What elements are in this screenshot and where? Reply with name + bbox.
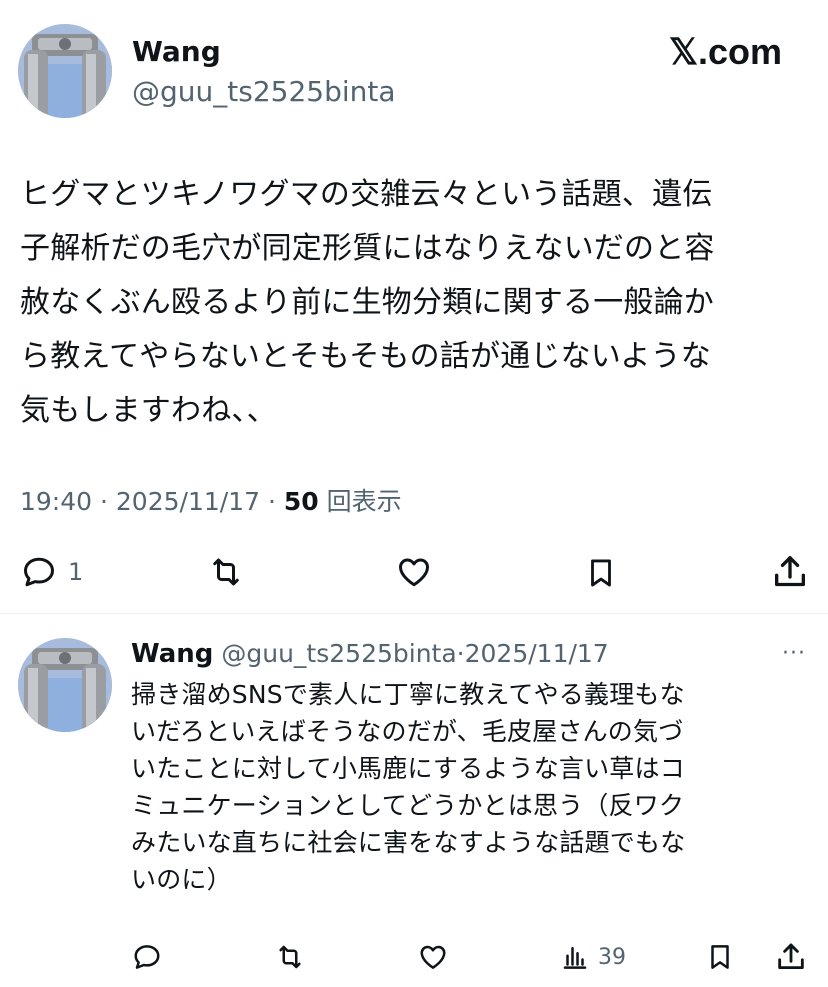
share-button[interactable] [770,552,810,592]
post-text-line: 子解析だの毛穴が同定形質にはなりえないだのと容 [20,231,715,266]
meta-separator: · [267,487,276,516]
reply-like-button[interactable] [417,942,449,972]
repost-icon [279,945,301,969]
post-text-line: ら教えてやらないとそもそもの話が通じないような [20,339,711,374]
x-logo: 𝕏.com [668,31,782,72]
reply-text-line: ミュニケーションとしてどうかとは思う（反ワク [131,791,685,820]
post-meta: 19:40 · 2025/11/17 · 50 回表示 [20,484,402,520]
reply-text-line: 掃き溜めSNSで素人に丁寧に教えてやる義理もな [131,680,685,709]
reply-text-line: いのに） [131,865,232,894]
post-text: ヒグマとツキノワグマの交雑云々という話題、遺伝 子解析だの毛穴が同定形質にはなり… [20,168,820,438]
like-button[interactable] [394,554,434,590]
reply-views-count: 39 [598,944,626,970]
like-icon [420,945,446,969]
views-count: 50 [283,487,319,516]
reply-date[interactable]: 2025/11/17 [465,639,609,668]
reply-button[interactable]: 1 [20,554,83,590]
share-icon [778,943,804,970]
reply-text: 掃き溜めSNSで素人に丁寧に教えてやる義理もな いだろといえばそうなのだが、毛皮… [131,676,821,898]
reply-text-line: いたことに対して小馬鹿にするような言い草はコ [131,754,685,783]
reply-reply-button[interactable] [131,942,163,972]
post-text-line: ヒグマとツキノワグマの交雑云々という話題、遺伝 [20,177,713,212]
repost-icon [213,558,239,586]
meta-separator: · [100,487,108,516]
author-avatar[interactable] [18,24,112,118]
author-handle[interactable]: @guu_ts2525binta [132,74,396,110]
like-icon [399,558,429,587]
reply-repost-button[interactable] [272,942,308,972]
avatar-image [18,24,112,118]
post-date[interactable]: 2025/11/17 [116,487,260,516]
reply-views-button[interactable]: 39 [560,942,626,972]
author-name[interactable]: Wang [132,34,221,70]
bookmark-icon [711,945,729,969]
reply-text-line: みたいな直ちに社会に害をなすような話題でもな [131,828,686,857]
bookmark-icon [591,559,611,587]
reply-author-name[interactable]: Wang [131,639,213,669]
reply-separator: · [456,639,465,668]
reply-author-avatar[interactable] [18,638,112,732]
views-label: 回表示 [326,487,402,516]
reply-icon [134,945,160,969]
post-divider [0,613,828,614]
avatar-image [18,638,112,732]
reply-bookmark-button[interactable] [705,940,735,974]
bookmark-button[interactable] [584,554,618,592]
more-options-icon[interactable]: ··· [782,636,806,672]
reply-text-line: いだろといえばそうなのだが、毛皮屋さんの気づ [131,717,684,746]
post-time[interactable]: 19:40 [20,487,92,516]
post-text-line: 赦なくぶん殴るより前に生物分類に関する一般論か [20,285,714,320]
views-icon [563,947,587,969]
repost-button[interactable] [204,554,248,590]
post-text-line: 気もしますわね、、 [20,393,277,428]
share-icon [775,556,805,587]
reply-share-button[interactable] [774,940,808,974]
reply-author-handle[interactable]: @guu_ts2525binta [221,639,456,668]
reply-header: Wang @guu_ts2525binta·2025/11/17 [131,636,609,672]
reply-count: 1 [68,558,84,586]
reply-icon [24,557,54,587]
